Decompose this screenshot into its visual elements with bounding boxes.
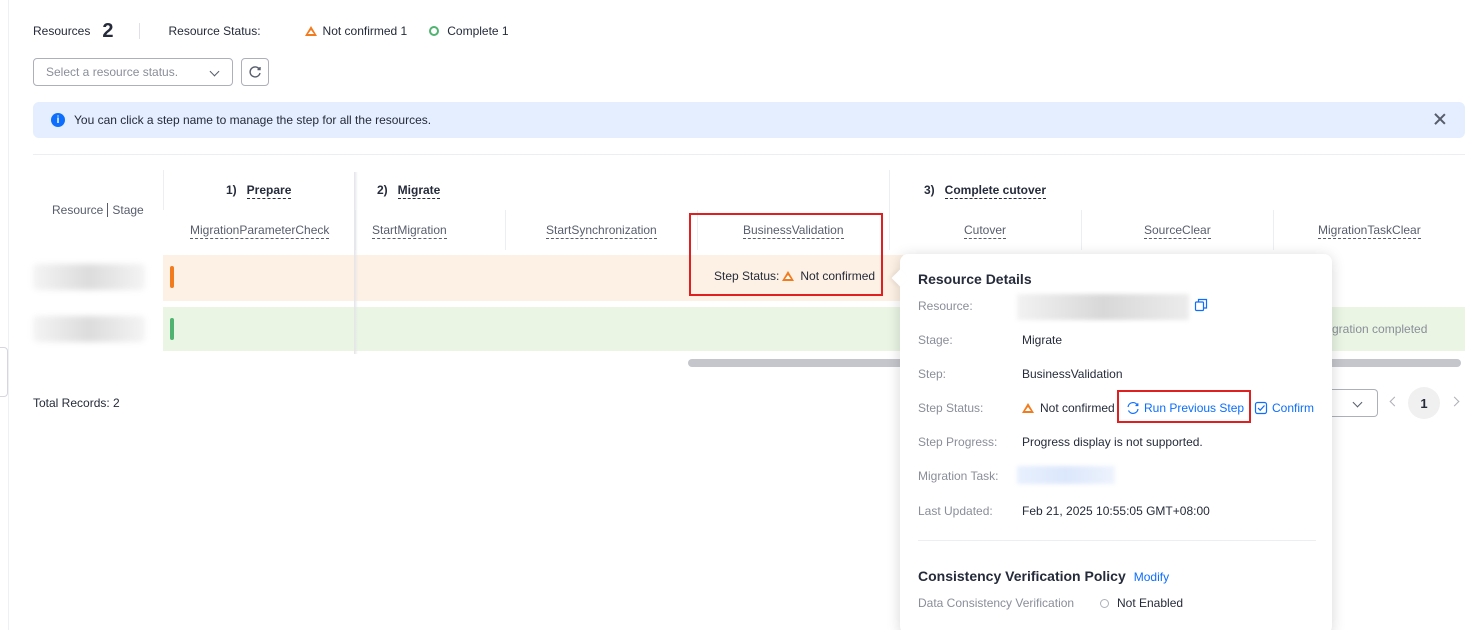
confirm-button[interactable]: Confirm: [1254, 401, 1314, 415]
close-icon[interactable]: [1433, 112, 1447, 126]
page-size-select[interactable]: [1326, 389, 1378, 417]
data-consistency-value-group: Not Enabled: [1100, 596, 1183, 610]
stage-value: Migrate: [1022, 333, 1063, 347]
resource-name-redacted[interactable]: [33, 316, 145, 342]
step-status-value: Not confirmed: [1040, 401, 1115, 415]
resource-value-redacted: [1017, 294, 1189, 320]
column-divider: [1081, 210, 1082, 250]
migration-task-label: Migration Task:: [918, 469, 999, 483]
chevron-down-icon: [1352, 397, 1363, 408]
stage-divider: [163, 170, 164, 210]
chevron-down-icon: [209, 66, 220, 77]
side-collapse-tab[interactable]: [0, 347, 8, 397]
frozen-column-shadow: [354, 172, 358, 354]
step-progress-label: Step Progress:: [918, 435, 998, 449]
step-status-label: Step Status:: [918, 401, 984, 415]
status-dot-icon: [1100, 598, 1109, 608]
column-divider: [505, 210, 506, 250]
stage-name[interactable]: Migrate: [397, 183, 441, 199]
resource-status-select[interactable]: Select a resource status.: [33, 58, 233, 86]
stage-name[interactable]: Complete cutover: [944, 183, 1047, 199]
select-placeholder: Select a resource status.: [46, 65, 179, 79]
step-header-startsynchronization[interactable]: StartSynchronization: [546, 223, 657, 239]
migration-task-link-redacted[interactable]: [1017, 466, 1115, 484]
stage-header-prepare[interactable]: 1) Prepare: [226, 183, 292, 199]
resources-label: Resources: [33, 24, 91, 38]
complete-count: Complete 1: [447, 24, 509, 38]
row-status-text: gration completed: [1332, 322, 1428, 336]
resource-summary: Resources 2 Resource Status: Not confirm…: [33, 20, 509, 42]
stage-divider: [889, 170, 890, 210]
info-message: You can click a step name to manage the …: [74, 113, 432, 127]
refresh-button[interactable]: [241, 58, 269, 86]
stage-name[interactable]: Prepare: [246, 183, 292, 199]
resource-name-redacted[interactable]: [33, 264, 145, 290]
step-header-startmigration[interactable]: StartMigration: [372, 223, 447, 239]
data-consistency-value: Not Enabled: [1117, 596, 1184, 610]
resource-stage-header: Resource Stage: [52, 203, 144, 217]
stage-header-migrate[interactable]: 2) Migrate: [377, 183, 441, 199]
resources-count: 2: [102, 19, 114, 42]
highlight-box: [689, 213, 883, 296]
total-records: Total Records: 2: [33, 396, 120, 410]
header-separator: [107, 203, 109, 217]
row-status-marker: [170, 318, 174, 340]
info-banner: i You can click a step name to manage th…: [33, 102, 1465, 138]
column-divider: [1273, 210, 1274, 250]
highlight-box: [1117, 390, 1251, 423]
complete-icon: [429, 26, 440, 36]
info-icon: i: [51, 113, 65, 127]
popover-divider: [918, 540, 1316, 541]
confirm-icon: [1254, 401, 1268, 415]
stage-label: Stage:: [918, 333, 953, 347]
step-status-value-group: Not confirmed: [1022, 401, 1115, 415]
last-updated-label: Last Updated:: [918, 504, 993, 518]
step-label: Step:: [918, 367, 947, 381]
policy-section-title: Consistency Verification Policy Modify: [918, 568, 1169, 584]
page-number-current[interactable]: 1: [1408, 387, 1440, 419]
refresh-icon: [249, 66, 261, 78]
status-not-confirmed[interactable]: Not confirmed 1: [304, 24, 408, 38]
divider: [139, 23, 141, 39]
copy-icon[interactable]: [1194, 298, 1208, 312]
prev-page-icon[interactable]: [1389, 396, 1400, 407]
step-value: BusinessValidation: [1022, 367, 1123, 381]
step-header-cutover[interactable]: Cutover: [964, 223, 1007, 239]
popover-title: Resource Details: [918, 271, 1032, 287]
resource-header: Resource: [52, 203, 104, 217]
next-page-icon[interactable]: [1449, 396, 1460, 407]
last-updated-value: Feb 21, 2025 10:55:05 GMT+08:00: [1022, 504, 1210, 518]
section-divider: [33, 154, 1465, 155]
stage-number: 1): [226, 183, 237, 197]
left-border: [8, 0, 9, 630]
step-header-migrationparametercheck[interactable]: MigrationParameterCheck: [190, 223, 330, 239]
resource-status-label: Resource Status:: [168, 24, 261, 38]
stage-number: 3): [924, 183, 935, 197]
row-status-marker: [170, 266, 174, 288]
policy-title: Consistency Verification Policy: [918, 568, 1126, 584]
warning-icon: [1022, 403, 1034, 413]
step-progress-value: Progress display is not supported.: [1022, 435, 1203, 449]
resource-label: Resource:: [918, 299, 973, 313]
confirm-label: Confirm: [1272, 401, 1315, 415]
stage-header-complete-cutover[interactable]: 3) Complete cutover: [924, 183, 1047, 199]
modify-link[interactable]: Modify: [1134, 570, 1169, 584]
resource-details-popover: Resource Details Resource: Stage: Migrat…: [891, 254, 1332, 630]
stage-number: 2): [377, 183, 388, 197]
step-header-sourceclear[interactable]: SourceClear: [1144, 223, 1211, 239]
column-divider: [889, 210, 890, 250]
not-confirmed-count: Not confirmed 1: [322, 24, 408, 38]
stage-header: Stage: [112, 203, 144, 217]
warning-icon: [304, 26, 317, 36]
step-header-migrationtaskclear[interactable]: MigrationTaskClear: [1318, 223, 1421, 239]
status-complete[interactable]: Complete 1: [429, 24, 509, 38]
page: Resources 2 Resource Status: Not confirm…: [0, 0, 1476, 630]
data-consistency-label: Data Consistency Verification: [918, 596, 1075, 610]
